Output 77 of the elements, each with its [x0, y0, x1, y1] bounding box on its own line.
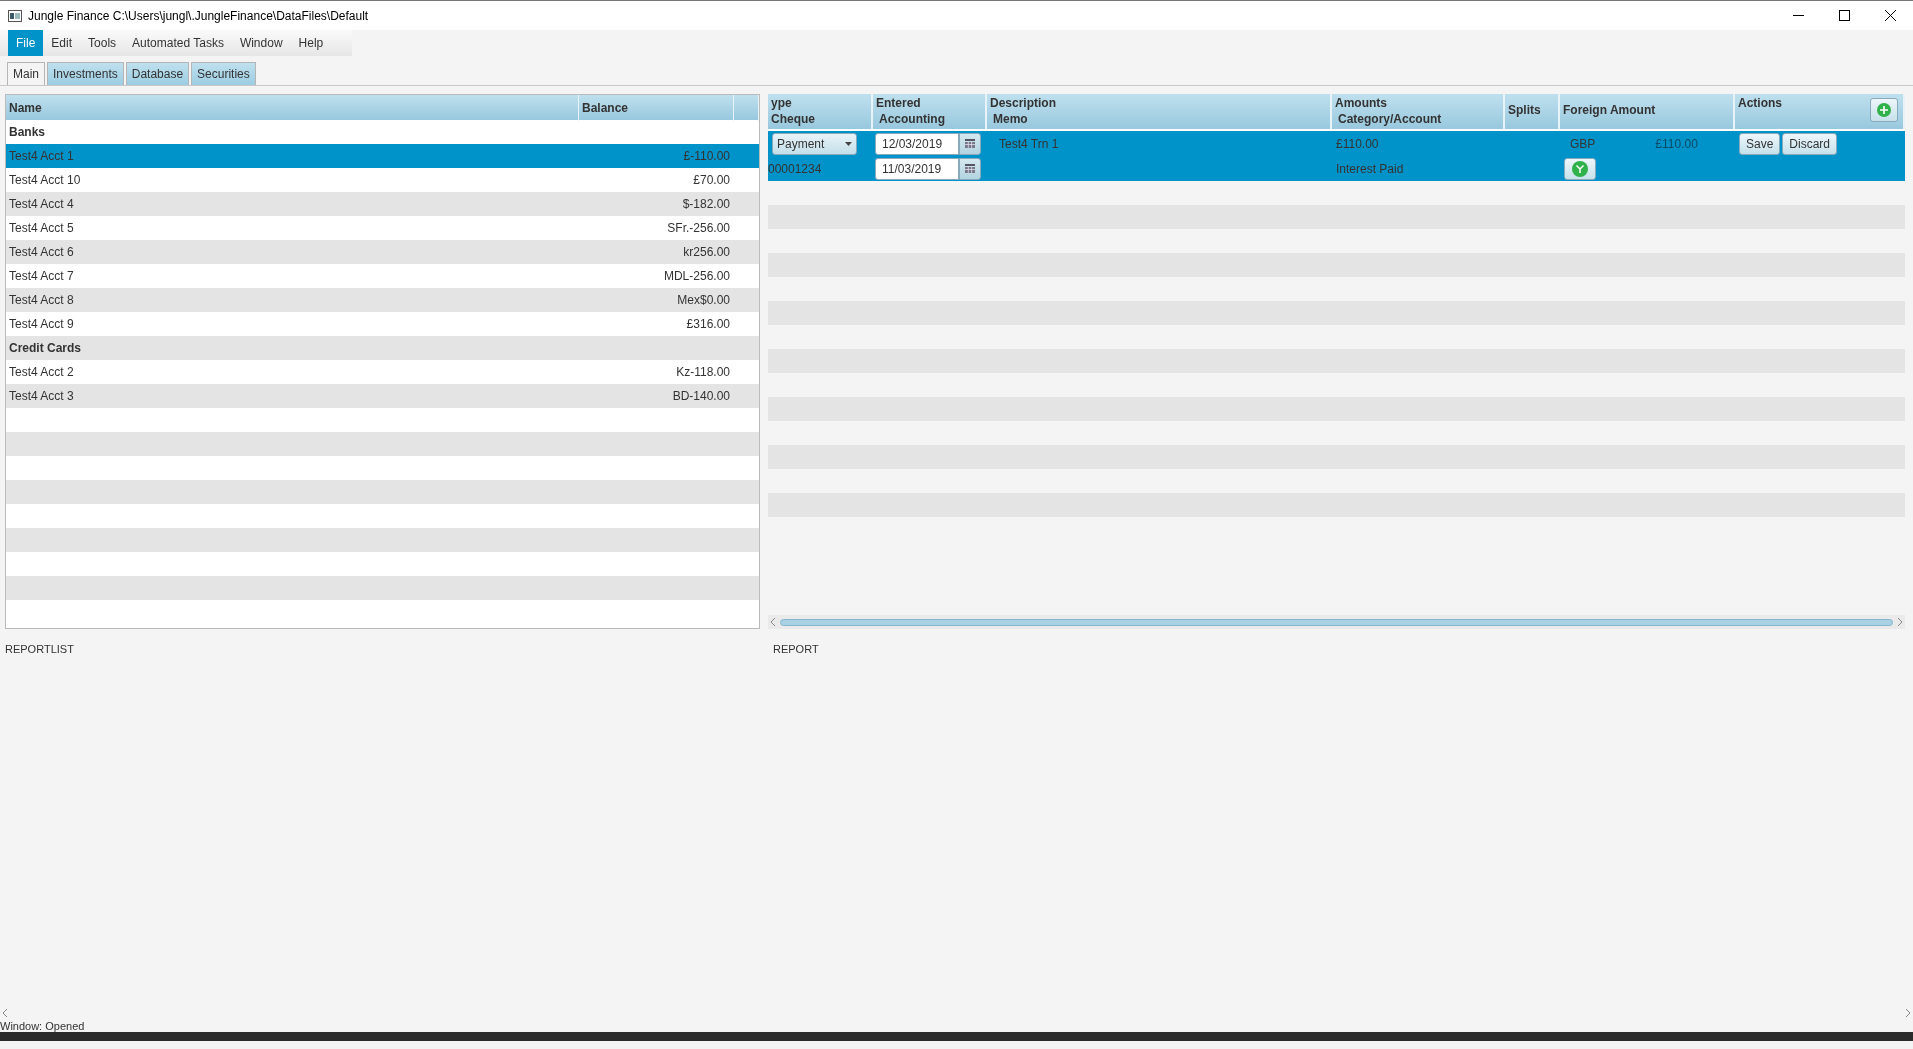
action-button[interactable]: Discard: [1782, 132, 1838, 155]
caret-icon: [845, 141, 852, 146]
scroll-right-icon[interactable]: [1905, 1009, 1910, 1017]
calendar-icon: [965, 164, 975, 173]
account-balance: £316.00: [685, 316, 731, 333]
account-name: Test4 Acct 6: [8, 244, 75, 261]
tab[interactable]: Database: [125, 62, 190, 85]
account-name: Test4 Acct 9: [8, 316, 75, 333]
account-row[interactable]: Test4 Acct 1 £-110.00: [6, 144, 759, 168]
account-row[interactable]: Test4 Acct 9 £316.00: [6, 312, 759, 336]
panel-label: REPORT: [772, 642, 819, 657]
app-icon: [8, 9, 22, 22]
account-balance: Mex$0.00: [676, 292, 731, 309]
account-balance: $-182.00: [681, 196, 731, 213]
plus-icon: [1877, 103, 1891, 117]
account-name: Test4 Acct 3: [8, 388, 75, 405]
add-button[interactable]: [1870, 98, 1898, 122]
status-text: Window: Opened: [0, 1020, 86, 1032]
scroll-left-icon[interactable]: [3, 1009, 8, 1017]
account-row[interactable]: Test4 Acct 6 kr256.00: [6, 240, 759, 264]
scroll-left-icon[interactable]: [771, 618, 776, 626]
tab[interactable]: Investments: [47, 62, 124, 85]
account-row[interactable]: Test4 Acct 2 Kz-118.00: [6, 360, 759, 384]
account-balance: £-110.00: [682, 148, 731, 165]
account-name: Test4 Acct 2: [8, 364, 75, 381]
transaction-row[interactable]: Payment 00001234 12/03/2019 11/03/2019 Test4 Trn 1 £110.00 Interest Paid GBP £110.00 Save Discard: [768, 129, 1905, 181]
column-header[interactable]: Name: [6, 95, 579, 121]
tab[interactable]: Main: [7, 62, 45, 85]
account-balance: BD-140.00: [671, 388, 731, 405]
account-row[interactable]: Test4 Acct 7 MDL-256.00: [6, 264, 759, 288]
menu-item[interactable]: Tools: [80, 30, 125, 56]
category-text: Interest Paid: [1336, 160, 1404, 178]
account-row[interactable]: Test4 Acct 10 £70.00: [6, 168, 759, 192]
calendar-icon: [965, 139, 975, 148]
split-button[interactable]: [1564, 157, 1596, 180]
menu-item[interactable]: Edit: [43, 30, 81, 56]
window-title: Jungle Finance C:\Users\jungl\.JungleFinance\DataFiles\Default: [28, 7, 369, 25]
account-name: Test4 Acct 7: [8, 268, 75, 285]
calendar-button[interactable]: [959, 132, 981, 155]
amount-text: £110.00: [1336, 135, 1379, 153]
account-balance: MDL-256.00: [662, 268, 731, 285]
maximize-icon: [1838, 10, 1850, 21]
menu-item[interactable]: Window: [231, 30, 291, 56]
account-name: Test4 Acct 1: [8, 148, 75, 165]
calendar-button[interactable]: [959, 157, 981, 180]
type-dropdown[interactable]: Payment: [772, 132, 857, 155]
column-header[interactable]: Balance: [579, 95, 734, 121]
group-label: Credit Cards: [8, 340, 83, 357]
tab[interactable]: Securities: [191, 62, 256, 85]
account-row[interactable]: Test4 Acct 4 $-182.00: [6, 192, 759, 216]
account-balance: kr256.00: [682, 244, 731, 261]
account-row[interactable]: Test4 Acct 8 Mex$0.00: [6, 288, 759, 312]
date-field[interactable]: 12/03/2019: [875, 132, 959, 155]
account-name: Test4 Acct 10: [8, 172, 82, 189]
account-row[interactable]: Test4 Acct 3 BD-140.00: [6, 384, 759, 408]
fork-icon: [1572, 160, 1588, 177]
menu-item[interactable]: Help: [290, 30, 332, 56]
minimize-icon: [1792, 14, 1804, 17]
menu-item[interactable]: Automated Tasks: [124, 30, 232, 56]
currency-code: GBP: [1570, 135, 1596, 153]
account-name: Test4 Acct 5: [8, 220, 75, 237]
cheque-number: 00001234: [768, 160, 822, 178]
transaction-description: Test4 Trn 1: [999, 135, 1059, 153]
close-icon: [1884, 10, 1896, 21]
account-balance: £70.00: [692, 172, 731, 189]
horizontal-scrollbar[interactable]: [768, 615, 1905, 629]
date-field[interactable]: 11/03/2019: [875, 157, 959, 180]
action-button[interactable]: Save: [1739, 132, 1781, 155]
scroll-right-icon[interactable]: [1897, 618, 1902, 626]
panel-label: REPORTLIST: [4, 642, 75, 657]
foreign-amount: £110.00: [1655, 135, 1698, 153]
account-name: Test4 Acct 4: [8, 196, 75, 213]
account-balance: Kz-118.00: [675, 364, 731, 381]
group-label: Banks: [8, 124, 47, 141]
account-balance: SFr.-256.00: [666, 220, 731, 237]
account-name: Test4 Acct 8: [8, 292, 75, 309]
account-row[interactable]: Test4 Acct 5 SFr.-256.00: [6, 216, 759, 240]
